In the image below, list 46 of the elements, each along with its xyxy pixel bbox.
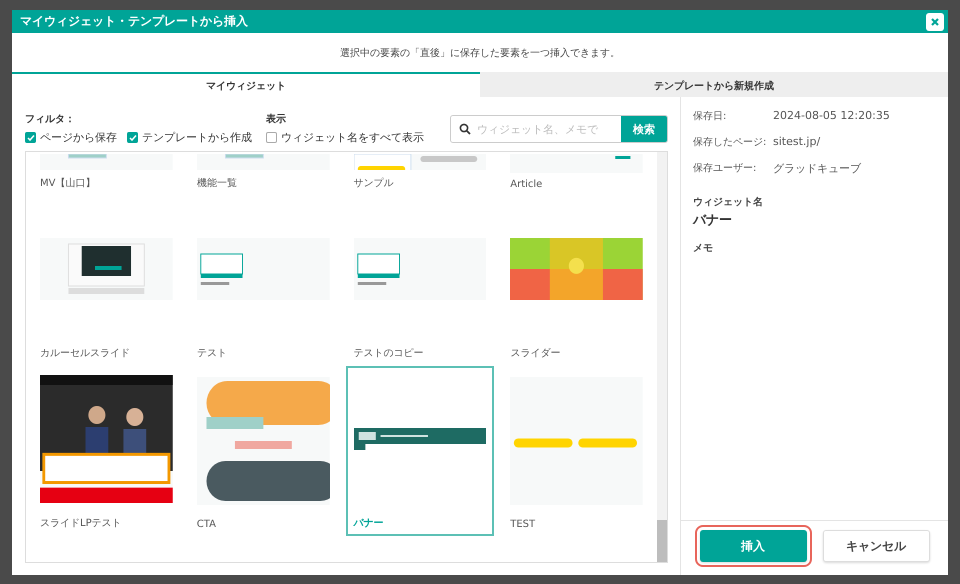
checkbox[interactable]: ウィジェット名をすべて表示 <box>266 130 424 145</box>
close-icon <box>930 16 940 26</box>
memo-label: メモ <box>693 242 714 255</box>
notice-text: 選択中の要素の「直後」に保存した要素を一つ挿入できます。 <box>340 46 620 60</box>
field-label: 保存ユーザー: <box>693 162 758 175</box>
widget-name: スライドLPテスト <box>40 517 123 530</box>
filter-label: フィルタ： <box>25 113 76 126</box>
widget-card[interactable]: CTA <box>188 366 338 536</box>
widget-name-value: バナー <box>693 212 733 229</box>
field-label: 保存したページ: <box>693 136 768 149</box>
widget-name: スライダー <box>510 347 562 360</box>
widget-name: Article <box>510 179 544 190</box>
widget-name: CTA <box>196 519 217 530</box>
widget-card[interactable]: スライドLPテスト <box>32 366 181 536</box>
widget-card[interactable]: スライダー <box>502 196 651 366</box>
display-label: 表示 <box>266 112 287 126</box>
widget-card[interactable]: Article <box>502 152 651 196</box>
widget-name-label: ウィジェット名 <box>693 196 764 209</box>
dialog-title: マイウィジェット・テンプレートから挿入 <box>20 13 248 30</box>
checkbox[interactable]: テンプレートから作成 <box>127 130 252 145</box>
close-button[interactable] <box>926 12 944 30</box>
widget-name: MV【山口】 <box>40 176 96 190</box>
check-icon <box>128 134 136 142</box>
widget-card[interactable]: 機能一覧 <box>188 152 338 196</box>
widget-card[interactable]: テスト <box>188 196 338 366</box>
widget-card[interactable]: サンプル <box>346 152 494 196</box>
check-icon <box>26 134 34 142</box>
field-label: 保存日: <box>693 110 728 123</box>
checkbox[interactable]: ページから保存 <box>25 130 117 145</box>
widget-name: テストのコピー <box>354 347 424 360</box>
widget-card[interactable]: MV【山口】 <box>32 152 181 196</box>
widget-card[interactable]: TEST <box>502 366 651 536</box>
widget-card[interactable]: テストのコピー <box>346 196 494 366</box>
widget-name: バナー <box>354 517 384 530</box>
field-value: グラッドキューブ <box>773 161 861 176</box>
widget-name: サンプル <box>354 176 394 190</box>
widget-name: テスト <box>196 347 228 360</box>
widget-card[interactable]: カルーセルスライド <box>32 196 181 366</box>
scrollbar[interactable] <box>657 152 667 562</box>
widget-name: TEST <box>510 519 536 530</box>
search-icon <box>459 123 471 135</box>
widget-name: カルーセルスライド <box>40 347 131 360</box>
widget-name: 機能一覧 <box>196 176 238 190</box>
tab[interactable]: テンプレートから新規作成 <box>480 72 948 97</box>
field-value: 2024-08-05 12:20:35 <box>773 109 890 122</box>
field-value: sitest.jp/ <box>773 135 820 148</box>
